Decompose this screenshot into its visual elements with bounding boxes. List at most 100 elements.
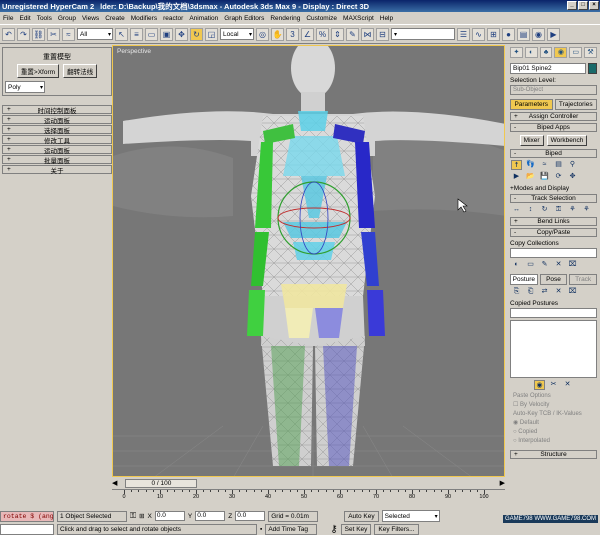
menu-create[interactable]: Create xyxy=(105,15,125,22)
rollout-motion-2[interactable]: + 运动面板 xyxy=(2,145,112,155)
save-collection-icon[interactable]: ▭ xyxy=(525,260,536,270)
undo-icon[interactable]: ↶ xyxy=(2,27,15,41)
manipulate-icon[interactable]: ✋ xyxy=(271,27,284,41)
track-selection-rollout[interactable]: - Track Selection xyxy=(510,194,597,203)
menu-views[interactable]: Views xyxy=(82,15,99,22)
move-icon[interactable]: ✥ xyxy=(175,27,188,41)
track-tab[interactable]: Track xyxy=(569,274,598,285)
add-time-tag[interactable]: Add Time Tag xyxy=(265,523,318,535)
motion-tab-icon[interactable]: ◉ xyxy=(554,47,568,58)
delete-all-icon[interactable]: ⌧ xyxy=(567,260,578,270)
unlink-icon[interactable]: ✂ xyxy=(47,27,60,41)
prev-frame-icon[interactable]: ◀ xyxy=(112,479,117,487)
maxscript-listener[interactable]: rotate $ (ang xyxy=(0,510,54,522)
open-file-icon[interactable]: 📂 xyxy=(525,172,536,182)
auto-key-button[interactable]: Auto Key xyxy=(344,510,379,522)
workbench-button[interactable]: Workbench xyxy=(546,135,588,146)
menu-animation[interactable]: Animation xyxy=(189,15,218,22)
set-key-button[interactable]: Set Key xyxy=(340,523,372,535)
x-coord-field[interactable]: 0.0 xyxy=(154,511,185,521)
body-horizontal-icon[interactable]: ↔ xyxy=(511,205,522,215)
pose-tab[interactable]: Pose xyxy=(539,274,568,285)
body-vertical-icon[interactable]: ↕ xyxy=(525,205,536,215)
menu-reactor[interactable]: reactor xyxy=(163,15,183,22)
layer-manager-icon[interactable]: ☰ xyxy=(457,27,470,41)
copied-radio[interactable]: ○ Copied xyxy=(507,428,600,437)
paste-posture-icon[interactable]: ⎗ xyxy=(525,287,536,297)
viewport-label[interactable]: Perspective xyxy=(117,48,151,55)
rollout-batch[interactable]: + 批量面板 xyxy=(2,155,112,165)
reference-coord-dropdown[interactable]: Local xyxy=(220,28,254,40)
delete-all-postures-icon[interactable]: ⌧ xyxy=(567,287,578,297)
menu-modifiers[interactable]: Modifiers xyxy=(131,15,157,22)
biped-playback-icon[interactable]: ⚲ xyxy=(567,160,578,170)
footstep-mode-icon[interactable]: 👣 xyxy=(525,160,536,170)
parameters-tab[interactable]: Parameters xyxy=(510,99,553,110)
time-slider[interactable]: ◀ 0 / 100 ▶ xyxy=(112,478,505,488)
mixer-mode-icon[interactable]: ▤ xyxy=(553,160,564,170)
posture-tab[interactable]: Posture xyxy=(510,274,538,285)
bind-spacewarp-icon[interactable]: ≈ xyxy=(62,27,75,41)
key-selection-dropdown[interactable]: Selected xyxy=(381,510,440,522)
pivot-center-icon[interactable]: ◎ xyxy=(256,27,269,41)
perspective-viewport[interactable]: Perspective xyxy=(112,45,505,477)
modes-and-display-label[interactable]: +Modes and Display xyxy=(507,185,600,192)
next-frame-icon[interactable]: ▶ xyxy=(500,479,505,487)
spinner-snap-icon[interactable]: ⇕ xyxy=(331,27,344,41)
view-options-icon[interactable]: ✂ xyxy=(548,380,559,390)
rollout-time-control[interactable]: + 时间控制面板 xyxy=(2,105,112,115)
maximize-icon[interactable]: □ xyxy=(578,1,588,10)
window-crossing-icon[interactable]: ▣ xyxy=(160,27,173,41)
bend-links-rollout[interactable]: + Bend Links xyxy=(510,217,597,226)
angle-snap-icon[interactable]: ∠ xyxy=(301,27,314,41)
convert-icon[interactable]: ⟳ xyxy=(553,172,564,182)
rollout-about[interactable]: + 关于 xyxy=(2,165,112,175)
track-bar[interactable]: 0 10 20 30 40 50 60 70 80 90 100 xyxy=(112,489,505,503)
menu-customize[interactable]: Customize xyxy=(306,15,337,22)
copy-paste-rollout[interactable]: - Copy/Paste xyxy=(510,228,597,237)
reset-xform-button[interactable]: 重置>Xform xyxy=(16,64,60,78)
mixer-button[interactable]: Mixer xyxy=(519,135,544,146)
snap-icon[interactable]: 3 xyxy=(286,27,299,41)
minimize-icon[interactable]: _ xyxy=(567,1,577,10)
by-velocity-checkbox[interactable]: ☐ By Velocity xyxy=(507,401,600,410)
select-by-name-icon[interactable]: ≡ xyxy=(130,27,143,41)
copy-collections-dropdown[interactable] xyxy=(510,248,597,258)
capture-snapshot-icon[interactable]: ◉ xyxy=(534,380,545,390)
select-object-icon[interactable]: ↖ xyxy=(115,27,128,41)
render-setup-icon[interactable]: ▤ xyxy=(517,27,530,41)
lock-cob-icon[interactable]: ⚿ xyxy=(553,205,564,215)
quick-render-icon[interactable]: ▶ xyxy=(547,27,560,41)
rect-select-icon[interactable]: ▭ xyxy=(145,27,158,41)
trajectories-tab[interactable]: Trajectories xyxy=(554,99,597,110)
menu-help[interactable]: Help xyxy=(380,15,393,22)
time-tag-icon[interactable]: ▪ xyxy=(260,526,262,533)
rollout-selection[interactable]: + 选择面板 xyxy=(2,125,112,135)
align-icon[interactable]: ⊟ xyxy=(376,27,389,41)
save-file-icon[interactable]: 💾 xyxy=(539,172,550,182)
biped-apps-rollout[interactable]: - Biped Apps xyxy=(510,123,597,132)
menu-maxscript[interactable]: MAXScript xyxy=(343,15,374,22)
load-file-icon[interactable]: ▶ xyxy=(511,172,522,182)
rotate-icon[interactable]: ↻ xyxy=(190,27,203,41)
delete-posture-icon[interactable]: ✕ xyxy=(553,287,564,297)
sub-object-dropdown[interactable]: Sub-Object xyxy=(510,85,597,95)
rollout-motion[interactable]: + 运动面板 xyxy=(2,115,112,125)
rollout-modify-tools[interactable]: + 修改工具 xyxy=(2,135,112,145)
preview-delete-icon[interactable]: ✕ xyxy=(562,380,573,390)
scale-icon[interactable]: ◲ xyxy=(205,27,218,41)
opposite-icon[interactable]: ⚘ xyxy=(581,205,592,215)
load-collection-icon[interactable]: ◐ xyxy=(511,260,522,270)
copy-posture-icon[interactable]: ⎘ xyxy=(511,287,522,297)
menu-rendering[interactable]: Rendering xyxy=(270,15,300,22)
named-sets-icon[interactable]: ✎ xyxy=(346,27,359,41)
modify-tab-icon[interactable]: ◐ xyxy=(524,47,538,58)
y-coord-field[interactable]: 0.0 xyxy=(195,511,226,521)
figure-mode-icon[interactable]: ☨ xyxy=(511,160,522,170)
biped-rollout[interactable]: - Biped xyxy=(510,149,597,158)
close-icon[interactable]: × xyxy=(589,1,599,10)
select-link-icon[interactable]: ⛓ xyxy=(32,27,45,41)
z-coord-field[interactable]: 0.0 xyxy=(235,511,266,521)
display-tab-icon[interactable]: ▭ xyxy=(569,47,583,58)
menu-file[interactable]: File xyxy=(3,15,13,22)
